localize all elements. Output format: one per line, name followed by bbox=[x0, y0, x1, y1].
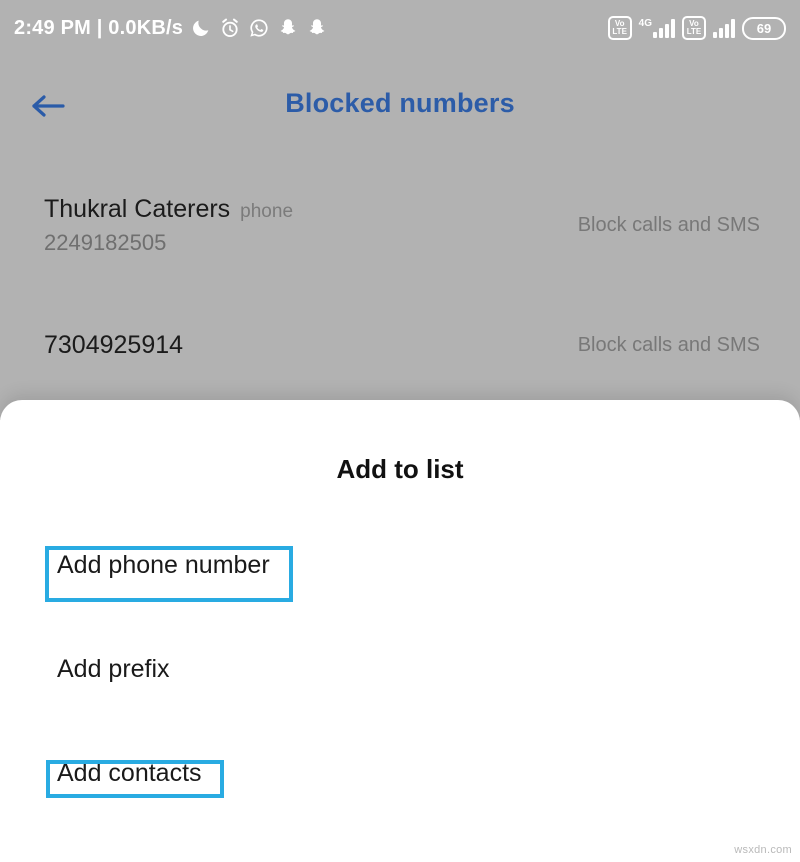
signal-strength-icon-1: 4G bbox=[639, 18, 675, 38]
option-add-phone-number[interactable]: Add phone number bbox=[0, 513, 800, 617]
option-label: Add prefix bbox=[57, 654, 170, 683]
blocked-entry-title-line: Thukral Caterers phone bbox=[44, 195, 293, 224]
volte-icon: Vo LTE bbox=[682, 16, 706, 40]
blocked-entry-action[interactable]: Block calls and SMS bbox=[578, 334, 760, 357]
phone-screenshot: 2:49 PM | 0.0KB/s Vo LTE 4G Vo LTE 69 Bl… bbox=[0, 0, 800, 862]
volte-icon: Vo LTE bbox=[607, 16, 632, 40]
table-row[interactable]: 7304925914 Block calls and SMS bbox=[0, 285, 800, 405]
volte-bottom-label: LTE bbox=[686, 27, 702, 36]
snapchat-icon bbox=[306, 17, 328, 39]
blocked-entry-name: Thukral Caterers bbox=[44, 194, 231, 223]
app-bar: Blocked numbers bbox=[0, 68, 800, 148]
blocked-entry-info: 7304925914 bbox=[44, 331, 183, 360]
add-to-list-bottom-sheet: Add to list Add phone number Add prefix … bbox=[0, 400, 800, 862]
blocked-entry-type: phone bbox=[240, 200, 294, 222]
blocked-entry-info: Thukral Caterers phone 2249182505 bbox=[44, 195, 293, 256]
option-label: Add contacts bbox=[57, 758, 202, 787]
option-add-prefix[interactable]: Add prefix bbox=[0, 617, 800, 721]
option-add-contacts[interactable]: Add contacts bbox=[0, 721, 800, 825]
status-bar: 2:49 PM | 0.0KB/s Vo LTE 4G Vo LTE 69 bbox=[0, 0, 800, 56]
alarm-icon bbox=[219, 17, 241, 39]
status-bar-right: Vo LTE 4G Vo LTE 69 bbox=[607, 16, 786, 40]
whatsapp-icon bbox=[248, 17, 270, 39]
signal-bars bbox=[653, 18, 675, 38]
watermark: wsxdn.com bbox=[734, 844, 792, 856]
battery-icon: 69 bbox=[742, 16, 786, 40]
table-row[interactable]: Thukral Caterers phone 2249182505 Block … bbox=[0, 165, 800, 285]
blocked-entry-number: 2249182505 bbox=[44, 229, 167, 255]
network-type-label: 4G bbox=[638, 18, 652, 29]
status-clock: 2:49 PM | 0.0KB/s bbox=[14, 16, 184, 39]
blocked-numbers-list: Thukral Caterers phone 2249182505 Block … bbox=[0, 165, 800, 405]
option-label: Add phone number bbox=[57, 550, 270, 579]
signal-strength-icon-2 bbox=[713, 18, 735, 38]
moon-dnd-icon bbox=[190, 17, 212, 39]
blocked-entry-title-line: 7304925914 bbox=[44, 331, 183, 360]
battery-level-label: 69 bbox=[756, 20, 772, 36]
signal-bars bbox=[713, 18, 735, 38]
snapchat-icon bbox=[277, 17, 299, 39]
bottom-sheet-title: Add to list bbox=[336, 454, 464, 484]
page-title: Blocked numbers bbox=[285, 88, 515, 118]
bottom-sheet-options: Add phone number Add prefix Add contacts bbox=[0, 513, 800, 825]
blocked-entry-name: 7304925914 bbox=[44, 330, 184, 359]
status-bar-left: 2:49 PM | 0.0KB/s bbox=[14, 17, 328, 40]
volte-bottom-label: LTE bbox=[612, 27, 627, 36]
blocked-entry-action[interactable]: Block calls and SMS bbox=[578, 214, 760, 237]
